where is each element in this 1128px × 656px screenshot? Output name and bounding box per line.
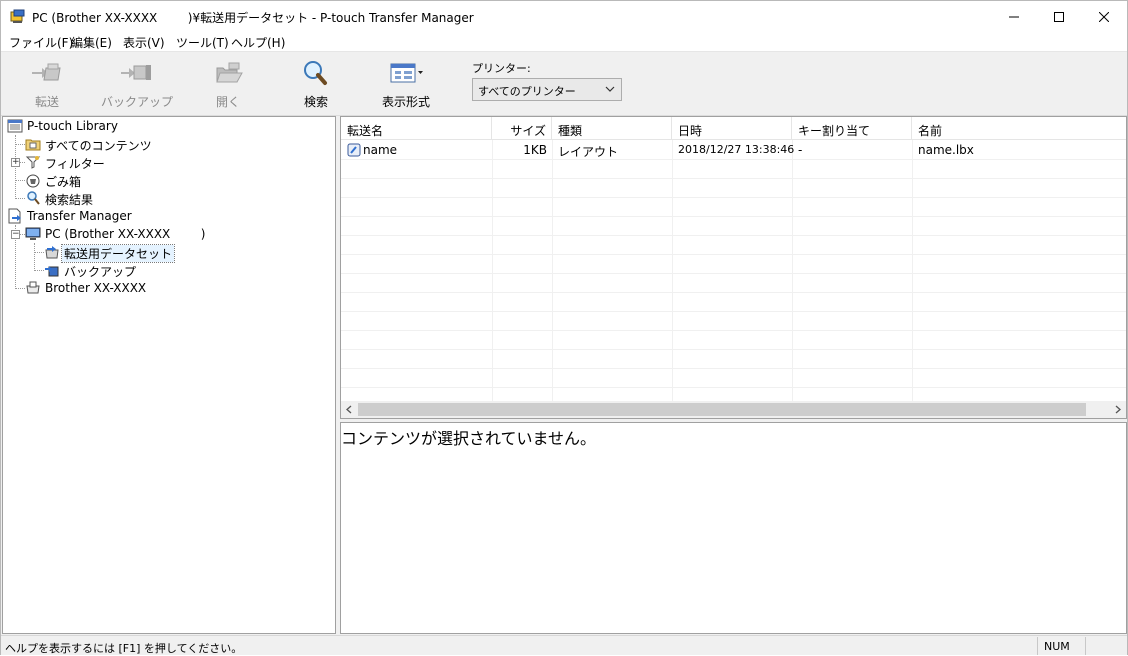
col-size[interactable]: サイズ xyxy=(492,117,552,140)
open-button[interactable]: 開く xyxy=(197,53,259,115)
list-header: 転送名 サイズ 種類 日時 キー割り当て 名前 xyxy=(341,117,1126,140)
printer-icon xyxy=(26,281,40,294)
col-transfer-name[interactable]: 転送名 xyxy=(341,117,492,140)
preview-panel: コンテンツが選択されていません。 xyxy=(340,422,1127,634)
view-mode-button[interactable]: 表示形式 xyxy=(374,53,438,115)
printer-select-value: すべてのプリンター xyxy=(478,85,576,98)
menu-tools[interactable]: ツール(T) xyxy=(176,34,229,51)
tree-label: Transfer Manager xyxy=(27,209,132,223)
menu-view[interactable]: 表示(V) xyxy=(123,34,165,51)
transfer-button[interactable]: 転送 xyxy=(16,53,78,115)
tree-label: フィルター xyxy=(45,157,105,171)
tree-label: すべてのコンテンツ xyxy=(45,139,152,153)
app-icon xyxy=(10,9,25,23)
transfer-dataset-icon xyxy=(45,246,59,259)
tree-label: ごみ箱 xyxy=(45,175,82,189)
menu-file[interactable]: ファイル(F) xyxy=(9,34,73,51)
backup-folder-icon xyxy=(45,266,59,277)
status-help-text: ヘルプを表示するには [F1] を押してください。 xyxy=(5,642,243,655)
close-icon xyxy=(1099,11,1109,22)
search-icon xyxy=(304,61,327,85)
toolbar: 転送 バックアップ 開く 検索 表示形式 プリンター: すべてのプリンター xyxy=(1,53,1127,116)
view-mode-label: 表示形式 xyxy=(381,95,430,109)
preview-message: コンテンツが選択されていません。 xyxy=(341,429,597,448)
view-mode-icon xyxy=(390,63,423,83)
minimize-icon xyxy=(1009,16,1019,17)
printer-label: プリンター: xyxy=(472,62,531,75)
menu-help[interactable]: ヘルプ(H) xyxy=(231,34,285,51)
cell-type: レイアウト xyxy=(558,145,619,159)
close-button[interactable] xyxy=(1081,1,1127,32)
cell-name: name.lbx xyxy=(918,143,974,157)
contents-folder-icon xyxy=(25,139,41,151)
layout-file-icon xyxy=(347,143,361,157)
folder-open-icon xyxy=(216,62,243,83)
transfer-manager-icon xyxy=(8,208,21,224)
scroll-left-icon[interactable] xyxy=(344,404,355,415)
menu-edit[interactable]: 編集(E) xyxy=(71,34,112,51)
trash-icon xyxy=(26,174,40,188)
search-label: 検索 xyxy=(303,95,328,109)
content-list[interactable]: 転送名 サイズ 種類 日時 キー割り当て 名前 name 1KB レイアウト 2… xyxy=(340,116,1127,419)
tree-label: Brother XX-XXXX xyxy=(45,281,147,295)
app-window: PC (Brother XX-XXXX )¥転送用データセット - P-touc… xyxy=(0,0,1128,655)
cell-key: - xyxy=(798,143,803,157)
col-date[interactable]: 日時 xyxy=(672,117,792,140)
cell-transfer-name: name xyxy=(363,143,398,157)
chevron-down-icon xyxy=(605,86,615,92)
status-empty-cell xyxy=(1085,637,1127,655)
transfer-label: 転送 xyxy=(34,95,59,109)
open-label: 開く xyxy=(215,95,240,109)
maximize-button[interactable] xyxy=(1036,1,1082,32)
pc-expander[interactable]: − xyxy=(11,230,20,239)
printer-select[interactable]: すべてのプリンター xyxy=(472,78,622,101)
transfer-icon xyxy=(32,63,61,81)
window-title: PC (Brother XX-XXXX )¥転送用データセット - P-touc… xyxy=(32,11,474,25)
minimize-button[interactable] xyxy=(991,1,1037,32)
menu-bar: ファイル(F) 編集(E) 表示(V) ツール(T) ヘルプ(H) xyxy=(1,32,1127,52)
horizontal-scrollbar[interactable] xyxy=(341,401,1126,418)
backup-button[interactable]: バックアップ xyxy=(101,53,174,115)
filter-expander[interactable]: + xyxy=(11,158,20,167)
col-name[interactable]: 名前 xyxy=(912,117,1126,140)
col-type[interactable]: 種類 xyxy=(552,117,672,140)
tree-label: PC (Brother XX-XXXX ) xyxy=(45,227,206,241)
status-bar: ヘルプを表示するには [F1] を押してください。 NUM xyxy=(1,635,1127,655)
table-row[interactable]: name 1KB レイアウト 2018/12/27 13:38:46 - nam… xyxy=(341,141,1126,160)
filter-icon xyxy=(25,156,41,169)
title-bar[interactable]: PC (Brother XX-XXXX )¥転送用データセット - P-touc… xyxy=(1,1,1127,32)
library-tree[interactable]: + − P-touch Library すべてのコンテンツ フィルター ごみ箱 … xyxy=(2,116,336,634)
tree-label: バックアップ xyxy=(64,265,137,279)
cell-size: 1KB xyxy=(523,143,547,157)
tree-label: 転送用データセット xyxy=(60,244,176,263)
computer-icon xyxy=(25,227,41,240)
cell-date: 2018/12/27 13:38:46 xyxy=(678,143,795,156)
backup-icon xyxy=(121,65,151,80)
scroll-right-icon[interactable] xyxy=(1112,404,1123,415)
search-results-icon xyxy=(27,191,40,205)
scrollbar-thumb[interactable] xyxy=(358,403,1086,416)
library-icon xyxy=(7,119,23,133)
backup-label: バックアップ xyxy=(101,95,174,109)
tree-label: 検索結果 xyxy=(45,193,94,207)
maximize-icon xyxy=(1054,11,1064,22)
status-num: NUM xyxy=(1037,637,1085,655)
search-button[interactable]: 検索 xyxy=(285,53,347,115)
tree-label: P-touch Library xyxy=(27,119,118,133)
col-key[interactable]: キー割り当て xyxy=(792,117,912,140)
